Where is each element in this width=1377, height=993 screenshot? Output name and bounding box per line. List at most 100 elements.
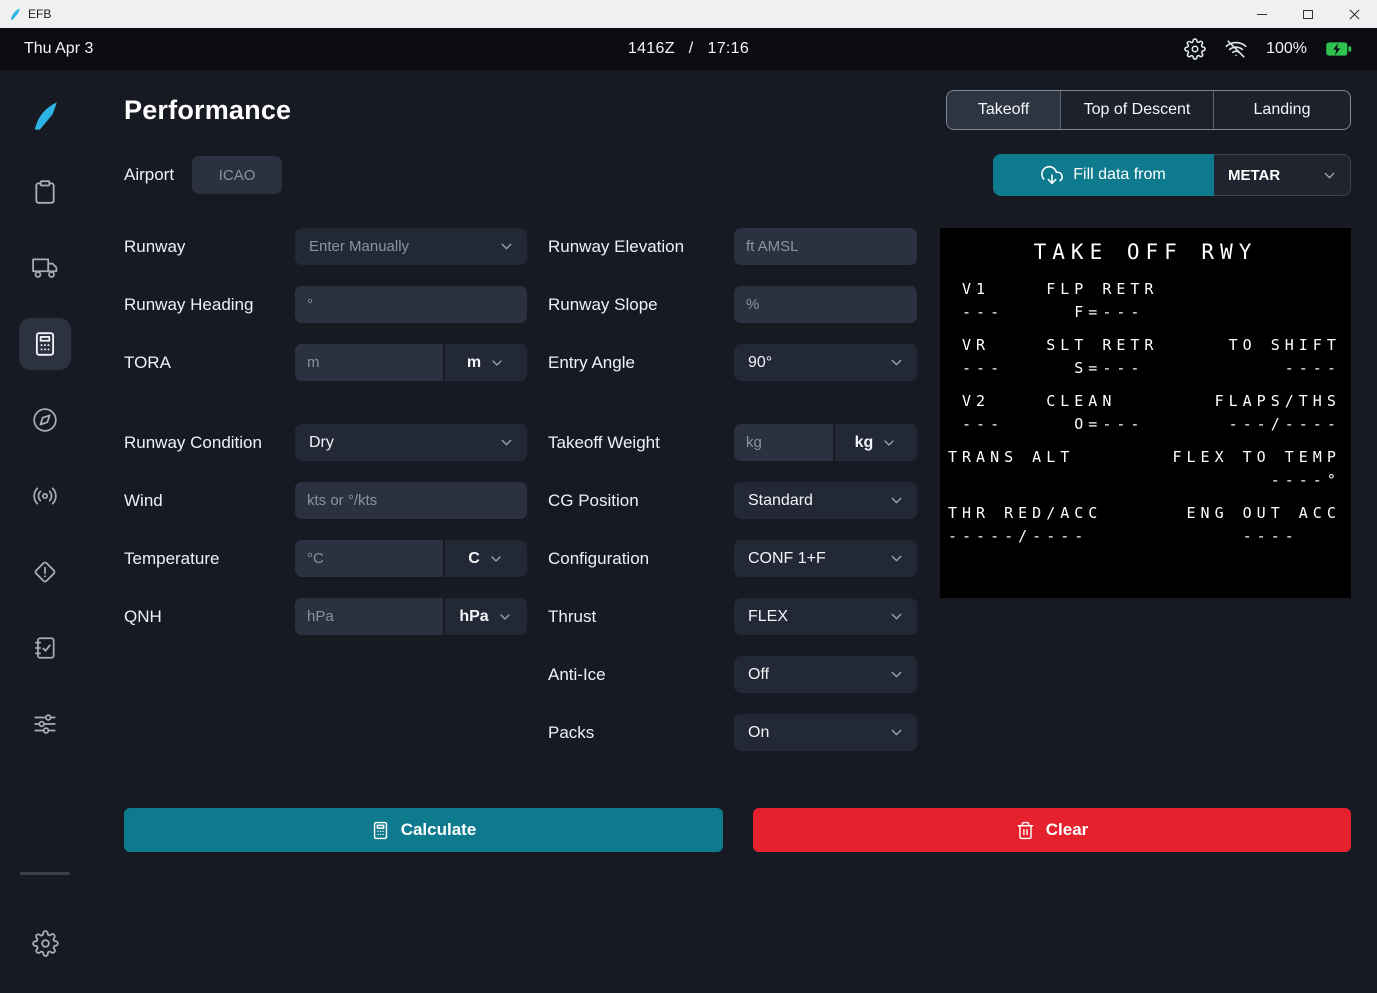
runway-heading-input[interactable] — [295, 286, 527, 323]
chevron-down-icon — [488, 551, 504, 567]
takeoff-weight-field: kg — [734, 424, 917, 461]
takeoff-weight-unit-value: kg — [855, 434, 874, 452]
maximize-button[interactable] — [1285, 0, 1331, 28]
takeoff-weight-label: Takeoff Weight — [527, 424, 734, 461]
cg-position-select[interactable]: Standard — [734, 482, 917, 519]
chevron-down-icon — [498, 238, 515, 255]
clear-label: Clear — [1046, 820, 1089, 840]
runway-slope-input[interactable] — [734, 286, 917, 323]
mcdu-trans-alt-row: TRANS ALT FLEX TO TEMP ----° — [948, 446, 1343, 492]
qnh-input[interactable] — [295, 598, 443, 635]
compass-icon — [32, 407, 58, 433]
mcdu-v2-row: V2 CLEAN FLAPS/THS --- O=--- ---/---- — [948, 390, 1343, 436]
time-separator: / — [689, 40, 694, 57]
calculate-button[interactable]: Calculate — [124, 808, 723, 852]
qnh-unit-select[interactable]: hPa — [443, 598, 527, 635]
app-window-icon — [8, 7, 22, 21]
sidebar-item-alerts[interactable] — [19, 546, 71, 598]
sidebar-item-flightplan[interactable] — [19, 166, 71, 218]
runway-elevation-input[interactable] — [734, 228, 917, 265]
anti-ice-select[interactable]: Off — [734, 656, 917, 693]
empty-cell — [295, 656, 527, 693]
cg-position-label: CG Position — [527, 482, 734, 519]
anti-ice-label: Anti-Ice — [527, 656, 734, 693]
performance-form: Runway Enter Manually Runway Elevation R… — [124, 228, 917, 751]
window-titlebar: EFB — [0, 0, 1377, 28]
sidebar-divider — [20, 872, 70, 875]
calculator-icon — [371, 821, 390, 840]
mcdu-title: TAKE OFF RWY — [948, 240, 1343, 264]
qnh-field: hPa — [295, 598, 527, 635]
fill-data-button[interactable]: Fill data from — [993, 154, 1214, 196]
mcdu-v1-row: V1 FLP RETR --- F=--- — [948, 278, 1343, 324]
sidebar — [0, 70, 90, 993]
empty-cell — [124, 656, 295, 693]
packs-select[interactable]: On — [734, 714, 917, 751]
packs-value: On — [748, 724, 769, 742]
logo-wing-icon — [28, 97, 62, 135]
chevron-down-icon — [1321, 167, 1338, 184]
close-button[interactable] — [1331, 0, 1377, 28]
mcdu-takeoff-display: TAKE OFF RWY V1 FLP RETR --- F=--- VR SL… — [940, 228, 1351, 598]
sidebar-item-settings-sliders[interactable] — [19, 698, 71, 750]
sidebar-item-settings[interactable] — [19, 917, 71, 969]
wind-input[interactable] — [295, 482, 527, 519]
runway-elevation-label: Runway Elevation — [527, 228, 734, 265]
status-bar: Thu Apr 3 1416Z/17:16 100% — [0, 28, 1377, 70]
configuration-label: Configuration — [527, 540, 734, 577]
minimize-icon — [1257, 14, 1267, 15]
runway-select[interactable]: Enter Manually — [295, 228, 527, 265]
airport-icao-input[interactable]: ICAO — [192, 156, 282, 194]
sidebar-item-ground-services[interactable] — [19, 242, 71, 294]
truck-icon — [32, 255, 58, 281]
cg-position-value: Standard — [748, 492, 813, 510]
runway-condition-select[interactable]: Dry — [295, 424, 527, 461]
sidebar-item-checklist[interactable] — [19, 622, 71, 674]
sidebar-item-navigation[interactable] — [19, 394, 71, 446]
alert-diamond-icon — [32, 559, 58, 585]
sidebar-item-performance[interactable] — [19, 318, 71, 370]
app-logo[interactable] — [19, 90, 71, 142]
mcdu-vr-row: VR SLT RETR TO SHIFT --- S=--- ---- — [948, 334, 1343, 380]
entry-angle-select[interactable]: 90° — [734, 344, 917, 381]
tora-label: TORA — [124, 344, 295, 381]
cloud-download-icon — [1041, 164, 1063, 186]
tab-takeoff[interactable]: Takeoff — [947, 91, 1060, 129]
sliders-icon — [32, 711, 58, 737]
chevron-down-icon — [498, 434, 515, 451]
takeoff-weight-input[interactable] — [734, 424, 833, 461]
airport-label: Airport — [124, 165, 174, 185]
tora-field: m — [295, 344, 527, 381]
chevron-down-icon — [489, 355, 505, 371]
chevron-down-icon — [888, 492, 905, 509]
tora-unit-value: m — [467, 354, 481, 372]
wind-label: Wind — [124, 482, 295, 519]
runway-slope-label: Runway Slope — [527, 286, 734, 323]
fill-source-select[interactable]: METAR — [1214, 154, 1351, 196]
temperature-field: C — [295, 540, 527, 577]
close-icon — [1349, 9, 1360, 20]
tora-unit-select[interactable]: m — [443, 344, 527, 381]
temperature-unit-select[interactable]: C — [443, 540, 527, 577]
tora-input[interactable] — [295, 344, 443, 381]
status-clock: 1416Z/17:16 — [0, 40, 1377, 58]
minimize-button[interactable] — [1239, 0, 1285, 28]
clear-button[interactable]: Clear — [753, 808, 1351, 852]
chevron-down-icon — [497, 609, 513, 625]
empty-cell — [124, 714, 295, 751]
sidebar-item-radio[interactable] — [19, 470, 71, 522]
qnh-unit-value: hPa — [459, 608, 488, 626]
configuration-select[interactable]: CONF 1+F — [734, 540, 917, 577]
page-title: Performance — [124, 95, 291, 126]
calculate-label: Calculate — [401, 820, 477, 840]
chevron-down-icon — [888, 666, 905, 683]
chevron-down-icon — [888, 608, 905, 625]
configuration-value: CONF 1+F — [748, 550, 826, 568]
tab-landing[interactable]: Landing — [1213, 91, 1350, 129]
thrust-select[interactable]: FLEX — [734, 598, 917, 635]
tab-top-of-descent[interactable]: Top of Descent — [1060, 91, 1213, 129]
takeoff-weight-unit-select[interactable]: kg — [833, 424, 917, 461]
temperature-input[interactable] — [295, 540, 443, 577]
fill-source-value: METAR — [1228, 167, 1280, 184]
maximize-icon — [1303, 10, 1313, 19]
